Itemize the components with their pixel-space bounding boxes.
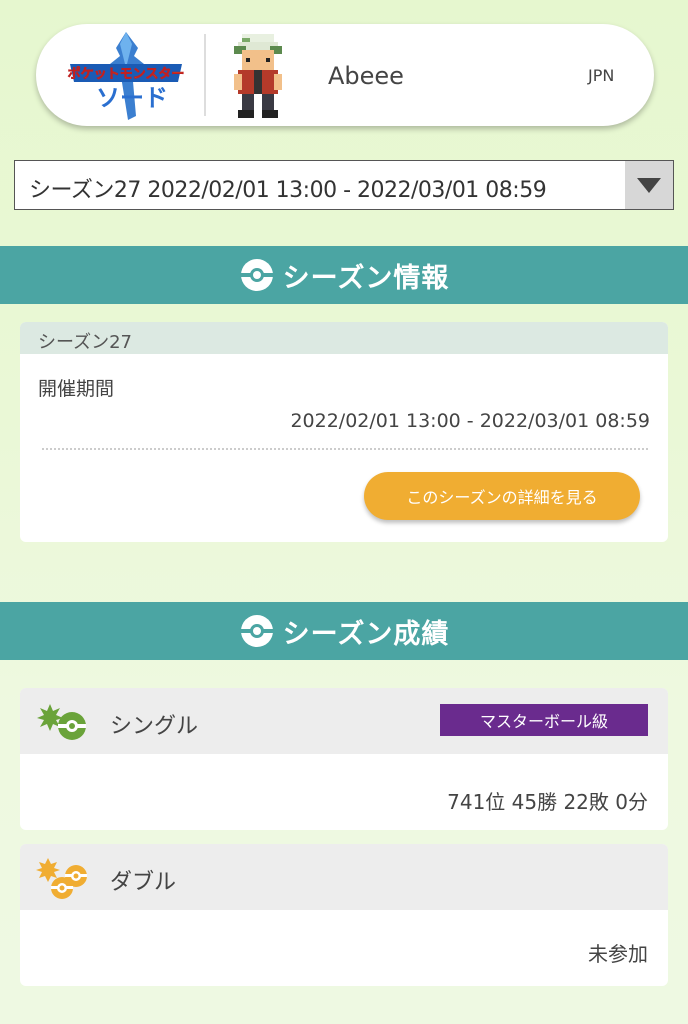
- divider: [42, 448, 648, 450]
- season-detail-button-label: このシーズンの詳細を見る: [406, 488, 598, 507]
- single-battle-icon: [37, 704, 86, 740]
- double-result-head: ダブル: [20, 844, 668, 910]
- trainer-avatar: [234, 34, 282, 118]
- logo-subtitle-text: ソード: [96, 84, 168, 112]
- double-record: 未参加: [588, 942, 648, 966]
- rank-badge: マスターボール級: [440, 704, 648, 736]
- single-result-head: シングル マスターボール級: [20, 688, 668, 754]
- single-result-card: シングル マスターボール級 741位 45勝 22敗 0分: [20, 688, 668, 830]
- double-battle-icon: [36, 858, 87, 899]
- period-value: 2022/02/01 13:00 - 2022/03/01 08:59: [290, 410, 650, 432]
- pokemon-sword-logo: ポケットモンスター ソード: [67, 32, 185, 120]
- season-info-panel-head: シーズン27: [20, 322, 668, 354]
- chevron-down-icon: [637, 178, 661, 193]
- single-title: シングル: [110, 714, 199, 739]
- header-divider: [204, 34, 206, 116]
- season-results-header: シーズン成績: [0, 602, 688, 660]
- single-record: 741位 45勝 22敗 0分: [447, 790, 648, 814]
- region-label: JPN: [588, 66, 615, 85]
- season-info-panel: シーズン27 開催期間 2022/02/01 13:00 - 2022/03/0…: [20, 322, 668, 542]
- profile-header-card: ポケットモンスター ソード Abeee JPN: [36, 24, 654, 126]
- double-title: ダブル: [110, 870, 177, 895]
- season-info-header: シーズン情報: [0, 246, 688, 304]
- rank-badge-label: マスターボール級: [479, 712, 608, 731]
- pokeball-icon: [240, 259, 273, 291]
- season-results-title: シーズン成績: [282, 618, 450, 650]
- pokeball-icon: [240, 615, 273, 647]
- season-select[interactable]: シーズン27 2022/02/01 13:00 - 2022/03/01 08:…: [14, 160, 674, 210]
- double-result-card: ダブル 未参加: [20, 844, 668, 986]
- season-name: シーズン27: [38, 332, 133, 353]
- period-label: 開催期間: [38, 378, 115, 400]
- dropdown-button[interactable]: [625, 161, 673, 209]
- season-detail-button[interactable]: このシーズンの詳細を見る: [364, 472, 640, 520]
- logo-title-text: ポケットモンスター: [68, 66, 185, 82]
- season-info-title: シーズン情報: [282, 262, 450, 294]
- player-name: Abeee: [328, 62, 404, 90]
- season-select-value: シーズン27 2022/02/01 13:00 - 2022/03/01 08:…: [29, 178, 547, 203]
